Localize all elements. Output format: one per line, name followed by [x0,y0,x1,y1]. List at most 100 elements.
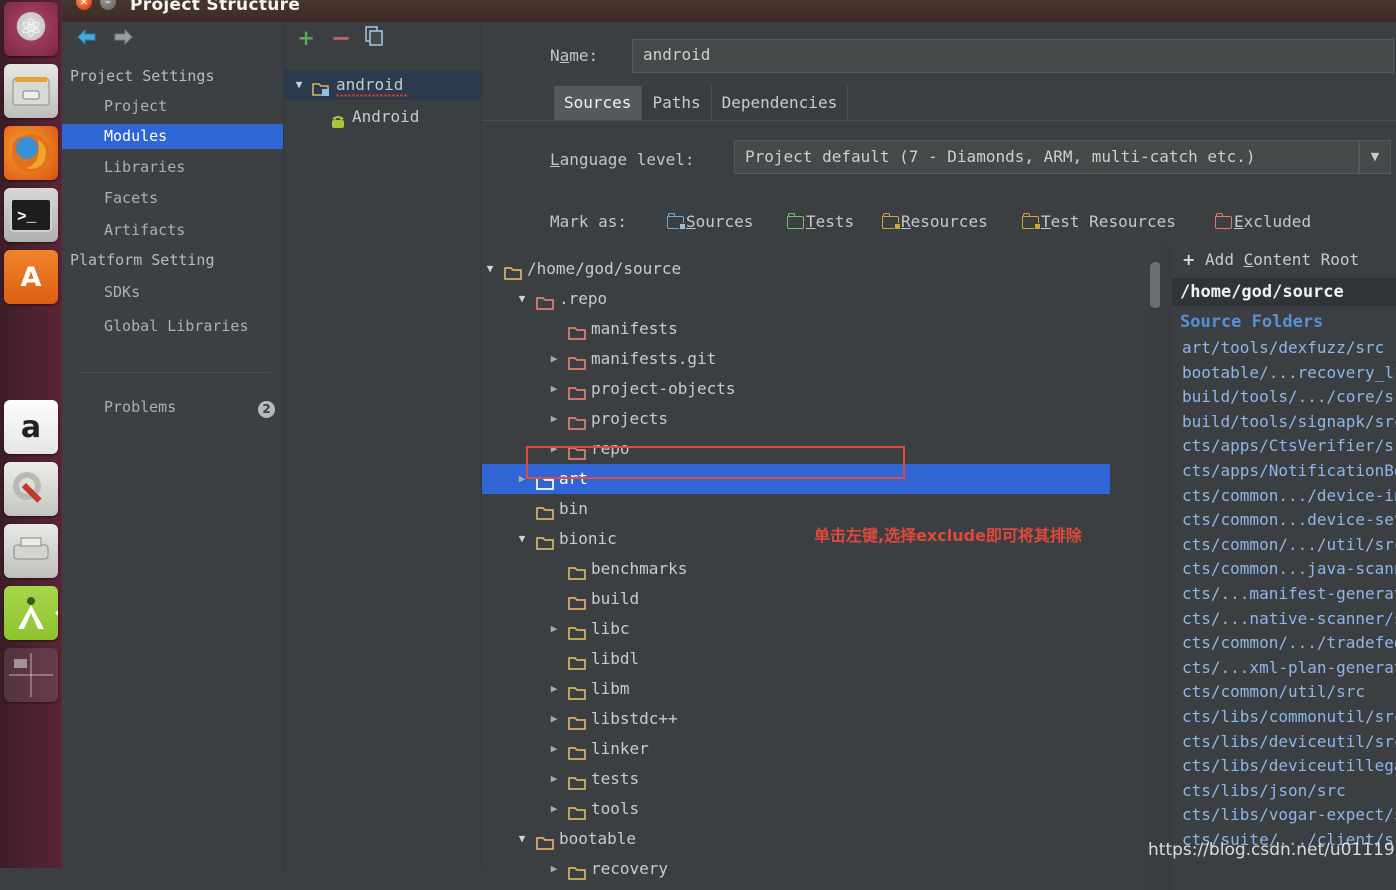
tree-row-repo[interactable]: ▼ .repo [482,284,1110,314]
source-folder-item[interactable]: cts/...native-scanner/s [1182,609,1396,628]
tab-underline [482,120,1396,121]
chevron-right-icon[interactable]: ▶ [546,764,562,794]
source-folder-item[interactable]: art/tools/dexfuzz/src [1182,338,1384,357]
mark-as-test-resources-button[interactable]: Test Resources [1022,212,1176,231]
copy-module-button[interactable] [362,26,386,50]
source-folder-item[interactable]: cts/common.../device-in [1182,486,1396,505]
window-close-button[interactable]: × [76,0,92,10]
source-folder-item[interactable]: cts/libs/commonutil/src [1182,707,1396,726]
tree-row-tools[interactable]: ▶ tools [482,794,1110,824]
chevron-right-icon[interactable]: ▶ [546,854,562,884]
launcher-item-android-studio[interactable] [4,586,58,640]
launcher-item-files[interactable] [4,64,58,118]
launcher-item-software-center[interactable]: A [4,250,58,304]
folder-icon [568,861,587,890]
tree-row-label: project-objects [591,379,736,398]
chevron-down-icon[interactable]: ▼ [482,254,498,284]
module-tree-row-android-facet[interactable]: Android [284,102,482,132]
source-folder-item[interactable]: cts/libs/deviceutil/src [1182,732,1396,751]
source-folder-item[interactable]: cts/apps/NotificationBo [1182,461,1396,480]
source-folder-item[interactable]: cts/common/util/src [1182,682,1365,701]
source-folder-item[interactable]: cts/...manifest-generat [1182,584,1396,603]
source-folder-item[interactable]: cts/libs/vogar-expect/s [1182,805,1396,824]
module-name-input[interactable]: android [632,39,1394,73]
chevron-right-icon[interactable]: ▶ [546,404,562,434]
module-tree-row-android[interactable]: ▼ android [284,70,482,100]
launcher-item-workspace-switcher[interactable] [4,648,58,702]
chevron-right-icon[interactable]: ▶ [546,794,562,824]
content-root-directory-tree[interactable]: ▼ /home/god/source ▼ .repo manifests ▶ manifes… [482,254,1110,890]
tree-row-manifests[interactable]: manifests [482,314,1110,344]
android-robot-icon [330,110,346,140]
window-titlebar: × – Project Structure [62,0,1396,22]
chevron-down-icon[interactable]: ▼ [514,284,530,314]
source-folder-item[interactable]: build/tools/.../core/sr [1182,387,1396,406]
add-content-root-label: Add Content Root [1205,250,1360,269]
tree-row-libdl[interactable]: libdl [482,644,1110,674]
chevron-down-icon[interactable]: ▼ [514,524,530,554]
launcher-item-printer[interactable] [4,524,58,578]
remove-module-button[interactable]: − [329,26,353,50]
chevron-right-icon[interactable]: ▶ [546,734,562,764]
mark-as-resources-button[interactable]: Resources [882,212,988,231]
mark-as-tests-button[interactable]: Tests [787,212,854,231]
svg-text:>_: >_ [17,208,37,226]
right-pane-scrollbar[interactable] [1160,246,1171,890]
source-folder-item[interactable]: cts/apps/CtsVerifier/sr [1182,436,1396,455]
source-folder-item[interactable]: cts/libs/json/src [1182,781,1346,800]
tab-paths[interactable]: Paths [642,86,712,120]
source-folder-item[interactable]: cts/libs/deviceutillega [1182,756,1396,775]
add-module-button[interactable]: + [294,26,318,50]
tree-row-manifests-git[interactable]: ▶ manifests.git [482,344,1110,374]
source-folder-item[interactable]: cts/common/.../tradefed [1182,633,1396,652]
tree-row-benchmarks[interactable]: benchmarks [482,554,1110,584]
module-facet-label: Android [352,107,420,126]
source-folder-item[interactable]: cts/common/.../util/src [1182,535,1396,554]
source-folder-item[interactable]: cts/common...java-scann [1182,559,1396,578]
launcher-item-firefox[interactable] [4,126,58,180]
chevron-right-icon[interactable]: ▶ [546,344,562,374]
tree-row-project-objects[interactable]: ▶ project-objects [482,374,1110,404]
forward-arrow-icon[interactable] [110,28,136,50]
chevron-down-icon[interactable]: ▼ [514,824,530,854]
window-minimize-button[interactable]: – [100,0,116,10]
source-folder-item[interactable]: cts/common...device-set [1182,510,1396,529]
chevron-down-icon[interactable]: ▼ [292,70,306,100]
tree-row-bootable[interactable]: ▼ bootable [482,824,1110,854]
content-root-path[interactable]: /home/god/source [1172,278,1396,306]
launcher-item-amazon[interactable]: a [4,400,58,454]
tree-row-home-god-source[interactable]: ▼ /home/god/source [482,254,1110,284]
mark-as-label: Mark as: [550,212,628,231]
launcher-item-terminal[interactable]: >_ [4,188,58,242]
source-folder-item[interactable]: cts/...xml-plan-generat [1182,658,1396,677]
tree-row-recovery[interactable]: ▶ recovery [482,854,1110,884]
settings-sidebar: Project Settings Project Modules Librari… [62,22,325,868]
tree-row-libc[interactable]: ▶ libc [482,614,1110,644]
launcher-item-ubuntu-dash[interactable]: ⚛ [4,2,58,56]
source-folder-item[interactable]: bootable/...recovery_l1 [1182,363,1396,382]
chevron-right-icon[interactable]: ▶ [546,704,562,734]
source-folder-item[interactable]: build/tools/signapk/src [1182,412,1396,431]
tab-sources[interactable]: Sources [554,86,643,120]
chevron-right-icon[interactable]: ▶ [546,374,562,404]
tab-dependencies[interactable]: Dependencies [711,86,849,120]
source-folders-pane: + Add Content Root /home/god/source Sour… [1172,246,1396,890]
mark-as-sources-button[interactable]: SSourcesources [667,212,753,231]
tree-row-build[interactable]: build [482,584,1110,614]
add-content-root-button[interactable]: + Add Content Root [1182,250,1359,269]
language-level-dropdown-arrow[interactable]: ▼ [1359,140,1391,174]
chevron-right-icon[interactable]: ▶ [546,674,562,704]
firefox-icon [4,126,58,180]
tree-row-tests[interactable]: ▶ tests [482,764,1110,794]
chevron-right-icon[interactable]: ▶ [546,614,562,644]
back-arrow-icon[interactable] [74,28,100,50]
tree-row-projects[interactable]: ▶ projects [482,404,1110,434]
tree-row-linker[interactable]: ▶ linker [482,734,1110,764]
tree-row-libstdc[interactable]: ▶ libstdc++ [482,704,1110,734]
tree-row-libm[interactable]: ▶ libm [482,674,1110,704]
tree-row-label: bootable [559,829,637,848]
language-level-select[interactable]: Project default (7 - Diamonds, ARM, mult… [734,140,1359,174]
launcher-item-system-settings[interactable] [4,462,58,516]
mark-as-excluded-button[interactable]: Excluded [1215,212,1311,231]
tree-row-bin[interactable]: bin [482,494,1110,524]
